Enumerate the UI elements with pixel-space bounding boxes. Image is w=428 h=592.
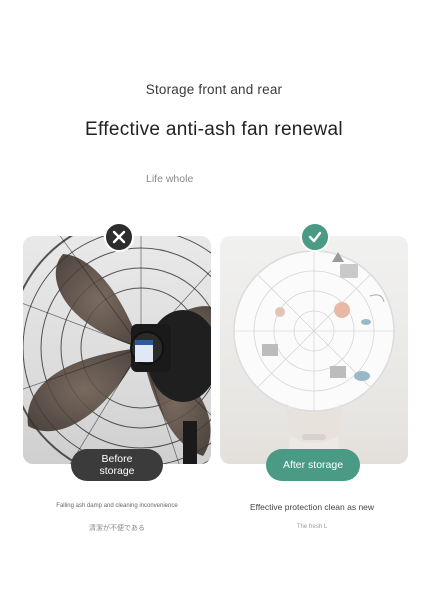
tagline: Life whole [146,173,194,185]
before-caption: Falling ash damp and cleaning inconvenie… [56,503,178,509]
before-caption-jp: 清潔が不便である [89,525,145,532]
after-caption: Effective protection clean as new [249,502,375,512]
uncovered-fan-illustration [23,236,211,464]
after-caption-small: The fresh L [296,524,328,530]
before-storage-label: Before storage [71,449,163,481]
cross-icon [112,230,126,244]
covered-fan-illustration [233,250,395,464]
check-badge [300,222,330,252]
after-storage-label: After storage [266,449,360,481]
before-storage-image [23,236,211,464]
header-subtitle: Storage front and rear [145,82,283,97]
check-icon [308,231,322,243]
page-title: Effective anti-ash fan renewal [85,119,343,140]
cross-badge [104,222,134,252]
after-storage-image [220,236,408,464]
